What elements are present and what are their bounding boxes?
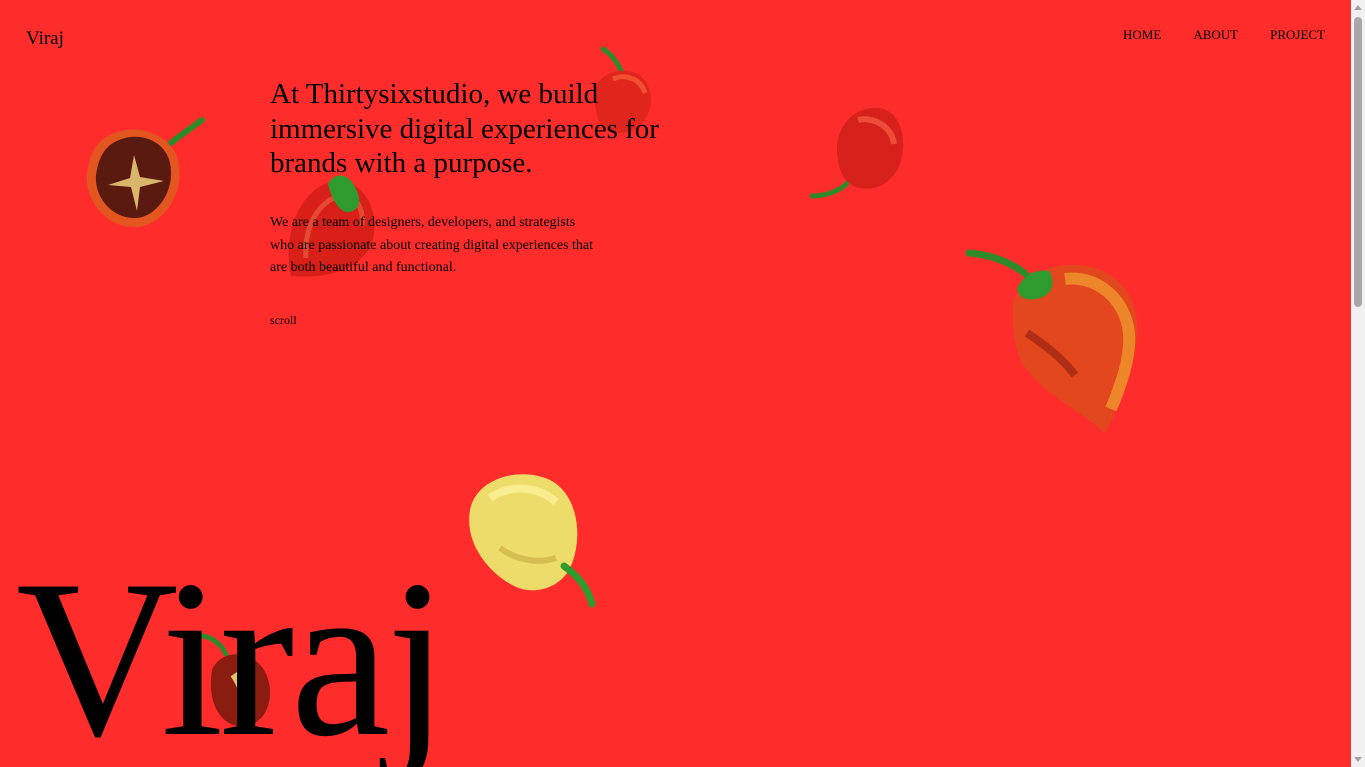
pepper-habanero-icon bbox=[965, 245, 1145, 440]
nav-about-link[interactable]: ABOUT bbox=[1193, 27, 1238, 43]
hero-headline: At Thirtysixstudio, we build immersive d… bbox=[270, 78, 659, 179]
pepper-bell-icon bbox=[808, 100, 908, 200]
site-logo[interactable]: Viraj bbox=[26, 28, 64, 50]
pepper-cut-icon bbox=[82, 115, 207, 233]
nav-home-link[interactable]: HOME bbox=[1123, 27, 1161, 43]
scrollbar-thumb[interactable] bbox=[1354, 17, 1362, 307]
main-nav: HOME ABOUT PROJECT bbox=[1123, 27, 1325, 43]
scroll-down-arrow-icon[interactable] bbox=[1354, 757, 1362, 762]
pepper-yellow-icon bbox=[460, 468, 600, 608]
footer-big-name: Viraj bbox=[16, 533, 449, 767]
nav-project-link[interactable]: PROJECT bbox=[1270, 27, 1325, 43]
page: Viraj HOME ABOUT PROJECT At Thirtysixstu… bbox=[0, 0, 1351, 767]
hero-intro: We are a team of designers, developers, … bbox=[270, 215, 594, 275]
page-scrollbar[interactable] bbox=[1351, 0, 1365, 767]
scroll-cue[interactable]: scroll bbox=[270, 312, 297, 328]
scroll-up-arrow-icon[interactable] bbox=[1354, 5, 1362, 10]
